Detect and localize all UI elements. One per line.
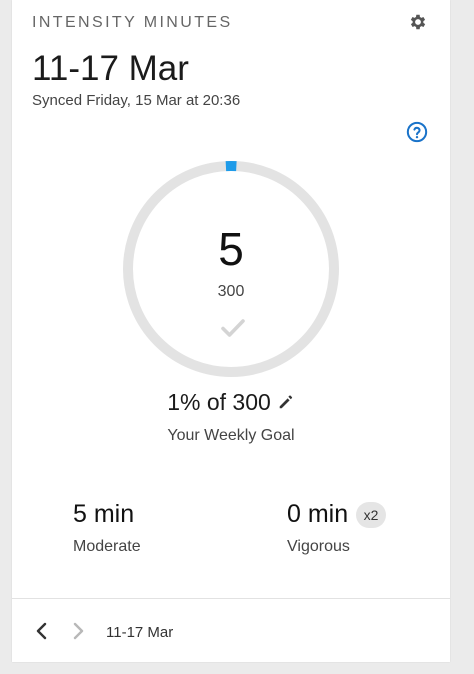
weekly-goal-caption: Your Weekly Goal (167, 427, 295, 444)
chevron-left-icon[interactable] (34, 622, 50, 640)
synced-status: Synced Friday, 15 Mar at 20:36 (32, 92, 241, 109)
question-circle-icon[interactable] (406, 121, 428, 143)
moderate-label: Moderate (73, 538, 141, 555)
footer-date-range: 11-17 Mar (106, 624, 174, 641)
ring-goal-value: 300 (217, 283, 245, 300)
check-icon (221, 319, 245, 337)
goal-progress-line: 1% of 300 (12, 389, 450, 416)
footer-divider (12, 598, 450, 599)
intensity-minutes-value: 5 (218, 223, 244, 275)
vigorous-multiplier-badge: x2 (356, 502, 386, 528)
pencil-icon[interactable] (277, 393, 295, 411)
intensity-minutes-card: INTENSITY MINUTES 11-17 Mar Synced Frida… (12, 0, 450, 662)
date-range-title: 11-17 Mar (32, 49, 189, 88)
vigorous-minutes-value: 0 min (287, 500, 349, 528)
vigorous-label: Vigorous (287, 538, 350, 555)
goal-percent-text: 1% of 300 (167, 389, 271, 415)
gear-icon[interactable] (408, 12, 428, 32)
widget-title: INTENSITY MINUTES (32, 14, 233, 31)
moderate-minutes-value: 5 min (73, 500, 135, 528)
chevron-right-icon[interactable] (70, 622, 86, 640)
